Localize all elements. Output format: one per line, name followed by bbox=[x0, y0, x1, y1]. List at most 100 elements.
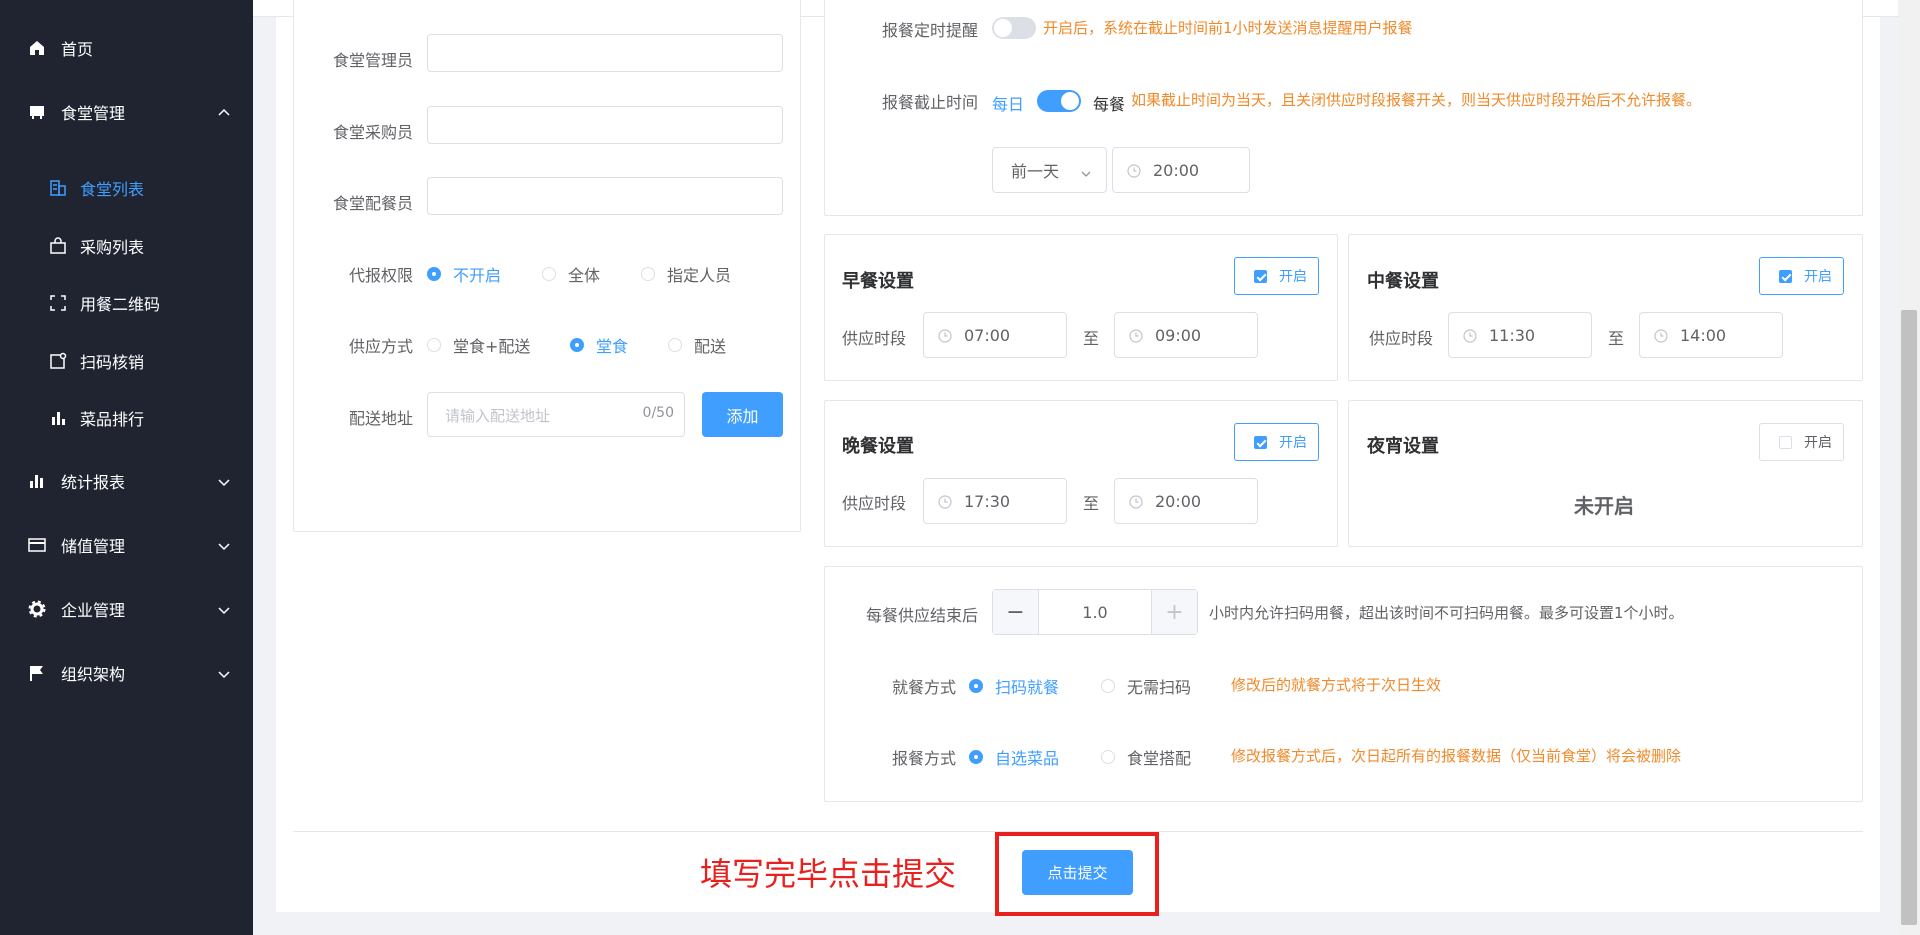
sidebar-item-canteen-management[interactable]: 食堂管理 bbox=[0, 92, 253, 132]
chart-icon bbox=[28, 472, 46, 490]
deadline-day-select[interactable]: 前一天 bbox=[992, 147, 1107, 193]
delivery-address-counter: 0/50 bbox=[642, 405, 674, 421]
scan-icon bbox=[49, 352, 67, 370]
deadline-time-picker[interactable]: 20:00 bbox=[1112, 147, 1250, 193]
delivery-address-label: 配送地址 bbox=[348, 409, 413, 428]
dinner-to-label: 至 bbox=[1083, 494, 1100, 513]
radio-supply-dinein-delivery[interactable]: 堂食+配送 bbox=[427, 333, 530, 357]
sidebar-item-label: 采购列表 bbox=[80, 238, 145, 257]
scan-hours-value[interactable]: 1.0 bbox=[1039, 590, 1151, 634]
order-method-label: 报餐方式 bbox=[891, 749, 956, 768]
breakfast-start-time[interactable]: 07:00 bbox=[923, 312, 1067, 358]
dinner-supply-label: 供应时段 bbox=[842, 494, 907, 513]
canteen-icon bbox=[28, 103, 46, 121]
breakfast-to-label: 至 bbox=[1083, 329, 1100, 348]
dinner-end-time[interactable]: 20:00 bbox=[1114, 478, 1258, 524]
lunch-start-time[interactable]: 11:30 bbox=[1448, 312, 1592, 358]
submit-annotation-text: 填写完毕点击提交 bbox=[700, 855, 957, 893]
sidebar-item-meal-qrcode[interactable]: 用餐二维码 bbox=[0, 283, 253, 323]
scan-hours-stepper[interactable]: − 1.0 + bbox=[992, 589, 1198, 635]
add-address-button[interactable]: 添加 bbox=[702, 392, 783, 437]
lunch-end-time[interactable]: 14:00 bbox=[1639, 312, 1783, 358]
proxy-permission-label: 代报权限 bbox=[348, 266, 413, 285]
canteen-manager-label: 食堂管理员 bbox=[332, 51, 413, 70]
sidebar-item-canteen-list[interactable]: 食堂列表 bbox=[0, 168, 253, 208]
radio-proxy-off[interactable]: 不开启 bbox=[427, 262, 501, 286]
sidebar-item-stored-value[interactable]: 储值管理 bbox=[0, 525, 253, 565]
sidebar-item-purchase-list[interactable]: 采购列表 bbox=[0, 226, 253, 266]
reminder-label: 报餐定时提醒 bbox=[881, 21, 978, 40]
scrollbar[interactable] bbox=[1898, 0, 1920, 935]
chevron-down-icon bbox=[217, 474, 231, 488]
sidebar-item-enterprise[interactable]: 企业管理 bbox=[0, 589, 253, 629]
deadline-daily-label: 每日 bbox=[992, 95, 1025, 114]
gear-icon bbox=[28, 600, 46, 618]
delivery-address-placeholder: 请输入配送地址 bbox=[445, 407, 551, 425]
lunch-enable-checkbox[interactable]: 开启 bbox=[1759, 257, 1844, 295]
canteen-manager-input[interactable] bbox=[427, 34, 783, 72]
radio-supply-dinein[interactable]: 堂食 bbox=[570, 333, 628, 357]
radio-order-self-select[interactable]: 自选菜品 bbox=[969, 745, 1059, 769]
dinner-start-time[interactable]: 17:30 bbox=[923, 478, 1067, 524]
dinner-enable-checkbox[interactable]: 开启 bbox=[1234, 423, 1319, 461]
radio-proxy-all[interactable]: 全体 bbox=[542, 262, 600, 286]
dine-method-hint: 修改后的就餐方式将于次日生效 bbox=[1231, 676, 1442, 694]
minus-icon[interactable]: − bbox=[993, 590, 1039, 634]
canteen-buyer-label: 食堂采购员 bbox=[332, 123, 413, 142]
supply-method-label: 供应方式 bbox=[348, 337, 413, 356]
clock-icon bbox=[1129, 328, 1143, 343]
building-icon bbox=[49, 179, 67, 197]
sidebar-item-label: 企业管理 bbox=[61, 601, 126, 620]
order-method-hint: 修改报餐方式后，次日起所有的报餐数据（仅当前食堂）将会被删除 bbox=[1231, 747, 1682, 765]
canteen-dispatcher-label: 食堂配餐员 bbox=[332, 194, 413, 213]
dinner-title: 晚餐设置 bbox=[842, 436, 914, 457]
sidebar-item-label: 食堂列表 bbox=[80, 180, 145, 199]
sidebar-item-label: 组织架构 bbox=[61, 665, 126, 684]
sidebar-item-label: 菜品排行 bbox=[80, 410, 145, 429]
radio-supply-delivery[interactable]: 配送 bbox=[668, 333, 726, 357]
sidebar-item-dish-ranking[interactable]: 菜品排行 bbox=[0, 398, 253, 438]
after-supply-hint: 小时内允许扫码用餐，超出该时间不可扫码用餐。最多可设置1个小时。 bbox=[1209, 604, 1684, 622]
clock-icon bbox=[1654, 328, 1668, 343]
breakfast-supply-label: 供应时段 bbox=[842, 329, 907, 348]
delivery-address-input[interactable]: 请输入配送地址 0/50 bbox=[427, 392, 685, 437]
clock-icon bbox=[1129, 494, 1143, 509]
lunch-to-label: 至 bbox=[1608, 329, 1625, 348]
bar-chart-icon bbox=[49, 409, 67, 427]
home-icon bbox=[28, 39, 46, 57]
flag-icon bbox=[28, 664, 46, 682]
breakfast-title: 早餐设置 bbox=[842, 271, 914, 292]
radio-dine-scan[interactable]: 扫码就餐 bbox=[969, 674, 1059, 698]
sidebar-item-scan-verify[interactable]: 扫码核销 bbox=[0, 341, 253, 381]
canteen-buyer-input[interactable] bbox=[427, 106, 783, 144]
breakfast-end-time[interactable]: 09:00 bbox=[1114, 312, 1258, 358]
radio-dine-no-scan[interactable]: 无需扫码 bbox=[1101, 674, 1191, 698]
sidebar: 首页 食堂管理 食堂列表 采购列表 用餐二维码 扫码核销 菜品排行 统计报表 储… bbox=[0, 0, 253, 935]
chevron-down-icon bbox=[217, 538, 231, 552]
qrcode-icon bbox=[49, 294, 67, 312]
sidebar-item-label: 储值管理 bbox=[61, 537, 126, 556]
canteen-dispatcher-input[interactable] bbox=[427, 177, 783, 215]
sidebar-item-label: 用餐二维码 bbox=[80, 295, 161, 314]
submit-button[interactable]: 点击提交 bbox=[1022, 850, 1133, 895]
breakfast-enable-checkbox[interactable]: 开启 bbox=[1234, 257, 1319, 295]
chevron-down-icon bbox=[217, 602, 231, 616]
radio-proxy-specified[interactable]: 指定人员 bbox=[641, 262, 731, 286]
sidebar-item-label: 统计报表 bbox=[61, 473, 126, 492]
night-snack-enable-checkbox[interactable]: 开启 bbox=[1759, 423, 1844, 461]
plus-icon[interactable]: + bbox=[1151, 590, 1197, 634]
chevron-up-icon bbox=[217, 105, 231, 119]
reminder-hint: 开启后，系统在截止时间前1小时发送消息提醒用户报餐 bbox=[1043, 19, 1413, 37]
sidebar-item-statistics[interactable]: 统计报表 bbox=[0, 461, 253, 501]
sidebar-item-organization[interactable]: 组织架构 bbox=[0, 653, 253, 693]
clock-icon bbox=[938, 328, 952, 343]
sidebar-item-home[interactable]: 首页 bbox=[0, 28, 253, 68]
deadline-mode-switch[interactable] bbox=[1037, 90, 1081, 112]
sidebar-item-label: 扫码核销 bbox=[80, 353, 145, 372]
radio-order-canteen-combo[interactable]: 食堂搭配 bbox=[1101, 745, 1191, 769]
night-snack-title: 夜宵设置 bbox=[1367, 436, 1439, 457]
card-icon bbox=[28, 536, 46, 554]
scrollbar-thumb[interactable] bbox=[1901, 310, 1917, 925]
sidebar-item-label: 首页 bbox=[61, 40, 94, 59]
reminder-switch[interactable] bbox=[992, 17, 1036, 39]
